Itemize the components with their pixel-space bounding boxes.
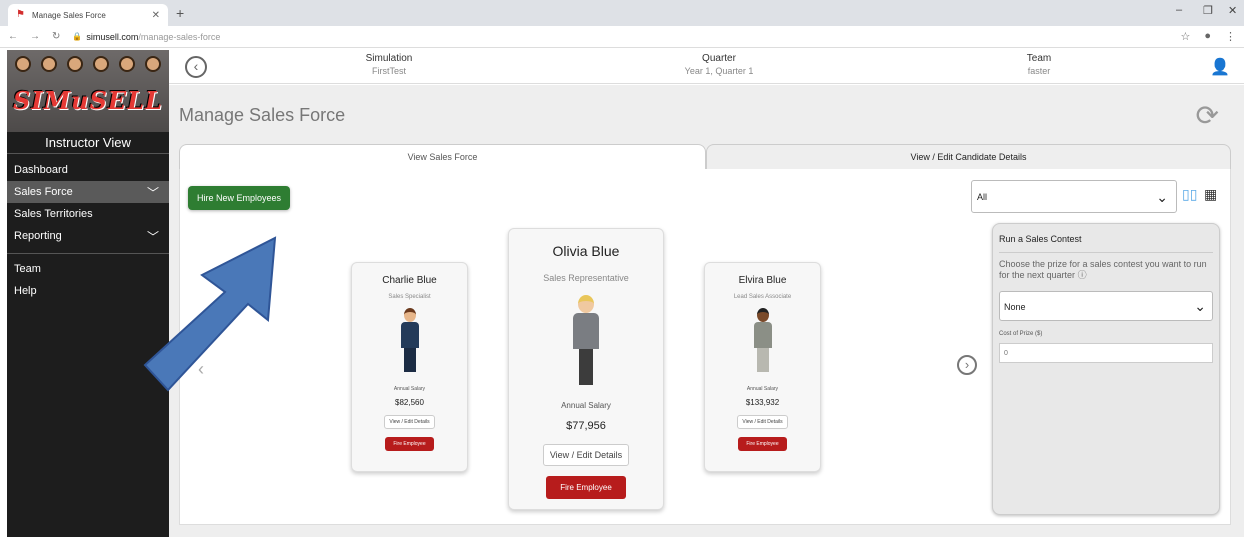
contest-title: Run a Sales Contest [999,234,1213,253]
employee-card: Charlie Blue Sales Specialist Annual Sal… [351,262,468,472]
help-icon[interactable]: ⓘ [1078,270,1087,280]
lock-icon: 🔒 [72,32,83,41]
address-bar: ← → ↻ 🔒 simusell.com /manage-sales-force… [0,26,1244,48]
quarter-info: Quarter Year 1, Quarter 1 [664,53,774,76]
simusell-favicon-icon: ⚑ [16,9,25,20]
sidebar-item-label: Dashboard [14,164,68,176]
url-host: simusell.com [86,31,139,42]
employee-name: Elvira Blue [738,275,787,286]
restore-icon[interactable]: ❐ [1203,4,1213,17]
hire-new-employees-button[interactable]: Hire New Employees [188,186,291,210]
prize-value: None [1004,302,1026,312]
employee-salary: $133,932 [745,398,780,407]
refresh-icon[interactable]: ⟳ [1196,99,1219,132]
employee-name: Charlie Blue [382,275,437,286]
next-arrow-icon[interactable]: › [957,355,977,375]
employee-card: Elvira Blue Lead Sales Associate Annual … [704,262,821,472]
annotation-arrow-icon [143,236,277,392]
sales-force-panel: Hire New Employees All ⌄ ▯▯ ▦ ‹ Charlie … [179,169,1231,525]
tab-strip: View Sales Force View / Edit Candidate D… [179,144,1231,169]
simulation-label: Simulation [365,53,413,64]
browser-tab[interactable]: ⚑ Manage Sales Force ✕ [8,4,168,26]
close-window-icon[interactable]: ✕ [1228,4,1237,17]
quarter-value: Year 1, Quarter 1 [684,66,754,76]
cost-of-prize-label: Cost of Prize ($) [999,331,1043,337]
employee-card-featured: Olivia Blue Sales Representative Annual … [508,228,664,510]
salary-label: Annual Salary [561,401,611,410]
employee-avatar [395,308,425,378]
grid-view-icon[interactable]: ▦ [1204,186,1217,203]
prize-select[interactable]: None ⌄ [999,291,1213,321]
fire-employee-button[interactable]: Fire Employee [738,437,787,451]
sidebar-item-dashboard[interactable]: Dashboard [7,159,169,181]
simulation-info: Simulation FirstTest [349,53,429,76]
simulation-value: FirstTest [371,66,406,76]
fire-employee-button[interactable]: Fire Employee [546,476,626,499]
sales-contest-panel: Run a Sales Contest Choose the prize for… [992,223,1220,515]
chevron-down-icon: ⌄ [1194,298,1206,314]
employee-avatar [748,308,778,378]
chevron-down-icon: ⌄ [1156,189,1168,205]
team-label: Team [1026,53,1052,64]
filter-value: All [977,192,988,202]
view-edit-details-button[interactable]: View / Edit Details [737,415,788,429]
employee-name: Olivia Blue [552,243,620,259]
team-info: Team faster [1009,53,1069,76]
sidebar-item-label: Reporting [14,230,62,242]
simusell-logo: SIMuSELL [7,50,169,132]
logo-text: SIMuSELL [13,85,163,115]
sidebar-item-label: Help [14,285,37,297]
forward-icon[interactable]: → [30,31,40,42]
carousel-view-icon[interactable]: ▯▯ [1182,186,1197,203]
main-content: Manage Sales Force ⟳ View Sales Force Vi… [169,85,1244,537]
cost-of-prize-input[interactable] [999,343,1213,363]
contest-description: Choose the prize for a sales contest you… [999,259,1207,280]
view-label: Instructor View [7,132,169,154]
fire-employee-button[interactable]: Fire Employee [385,437,434,451]
employee-salary: $77,956 [566,420,606,432]
url-field[interactable]: 🔒 simusell.com /manage-sales-force [72,32,220,42]
quarter-label: Quarter [702,53,736,64]
salary-label: Annual Salary [393,386,426,392]
close-tab-icon[interactable]: ✕ [152,10,160,21]
back-icon[interactable]: ← [8,31,18,42]
simulation-header: ‹ Simulation FirstTest Quarter Year 1, Q… [169,50,1244,84]
sidebar-item-label: Sales Force [14,186,73,198]
chevron-down-icon: ﹀ [146,185,159,200]
page-title: Manage Sales Force [179,105,346,125]
tab-view-sales-force[interactable]: View Sales Force [179,144,706,169]
sidebar-item-sales-territories[interactable]: Sales Territories [7,203,169,225]
team-value: faster [1027,66,1051,76]
employee-salary: $82,560 [395,398,424,407]
sidebar-item-label: Sales Territories [14,208,93,220]
employee-role: Lead Sales Associate [733,294,792,300]
back-arrow-icon[interactable]: ‹ [185,56,207,78]
sidebar-item-sales-force[interactable]: Sales Force ﹀ [7,181,169,203]
employee-filter-select[interactable]: All ⌄ [971,180,1177,213]
reload-icon[interactable]: ↻ [52,31,60,42]
sidebar-item-label: Team [14,263,41,275]
new-tab-icon[interactable]: + [176,5,184,21]
extension-icon[interactable]: ● [1204,30,1211,43]
view-edit-details-button[interactable]: View / Edit Details [384,415,435,429]
employee-role: Sales Specialist [388,294,431,300]
employee-role: Sales Representative [543,273,629,283]
tab-view-edit-candidate-details[interactable]: View / Edit Candidate Details [706,144,1231,169]
salary-label: Annual Salary [746,386,779,392]
browser-menu-icon[interactable]: ⋮ [1225,30,1236,43]
employee-avatar [566,295,606,393]
minimize-icon[interactable]: – [1176,4,1182,16]
browser-tab-title: Manage Sales Force [32,10,106,20]
user-icon[interactable]: 👤 [1210,57,1230,77]
view-edit-details-button[interactable]: View / Edit Details [542,444,630,466]
browser-tab-bar: ⚑ Manage Sales Force ✕ + – ❐ ✕ [0,0,1244,26]
url-path: /manage-sales-force [138,31,221,42]
bookmark-star-icon[interactable]: ☆ [1180,30,1190,43]
